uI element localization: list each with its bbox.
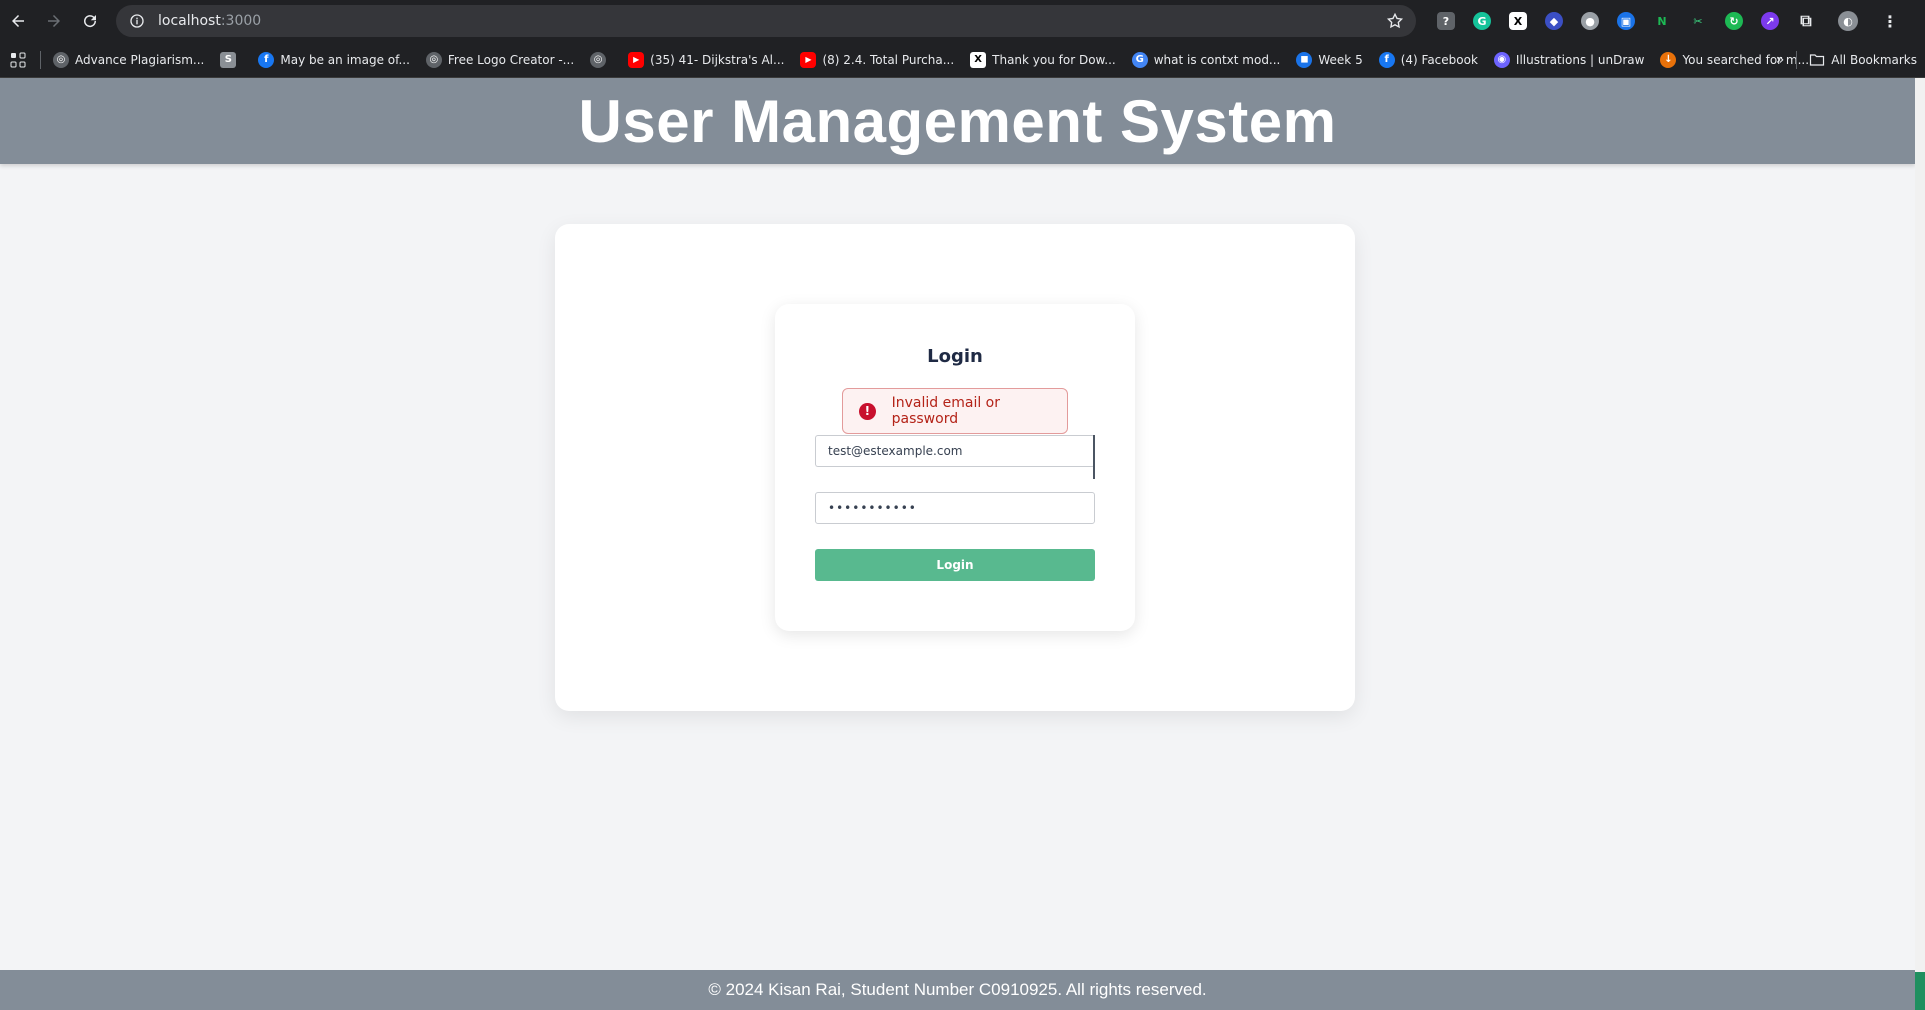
browser-toolbar: localhost:3000 ? G X ◆ ● ▣ N ✂ ↻ ↗ ⧉ ◐ ⋮ xyxy=(0,0,1925,42)
arrow-left-icon xyxy=(12,15,24,27)
arrow-right-icon xyxy=(48,15,60,27)
bookmarks-overflow-icon[interactable]: » xyxy=(1768,46,1793,74)
bookmark-label: Advance Plagiarism... xyxy=(75,52,205,67)
undraw-icon: ◉ xyxy=(1493,51,1510,68)
error-message: Invalid email or password xyxy=(891,395,1000,427)
login-button[interactable]: Login xyxy=(815,549,1095,581)
bookmark-item[interactable]: ◼ Week 5 xyxy=(1288,46,1370,74)
download-icon: ↓ xyxy=(1660,51,1677,68)
globe-icon: ◎ xyxy=(53,51,69,68)
bookmarks-bar: ◎ Advance Plagiarism... Sf May be an image … xyxy=(0,42,1925,78)
bookmarks-divider-right xyxy=(1796,51,1798,69)
extension-circle-icon[interactable]: ● xyxy=(1572,0,1608,42)
bookmark-item[interactable]: ◎ Free Logo Creator -... xyxy=(418,46,582,74)
bookmark-item[interactable]: ◎ Advance Plagiarism... xyxy=(45,46,212,74)
bookmark-label: Thank you for Dow... xyxy=(992,52,1116,67)
x-icon: X xyxy=(970,51,987,68)
reload-icon xyxy=(84,15,97,28)
bookmark-label: (4) Facebook xyxy=(1400,52,1478,67)
bookmark-label: what is contxt mod... xyxy=(1153,52,1281,67)
login-card: Login ! Invalid email or password Login xyxy=(775,304,1135,631)
sst-icon: S xyxy=(220,51,237,68)
all-bookmarks-button[interactable]: All Bookmarks xyxy=(1801,46,1925,74)
extension-n-icon[interactable]: N xyxy=(1644,0,1680,42)
menu-kebab-icon[interactable]: ⋮ xyxy=(1872,0,1908,42)
bookmark-item[interactable]: Gwhat is contxt mod... xyxy=(1124,46,1289,74)
apps-grid-icon[interactable] xyxy=(0,46,36,74)
profile-avatar[interactable]: ◐ xyxy=(1824,0,1872,42)
bookmark-label: (8) 2.4. Total Purcha... xyxy=(822,52,955,67)
extension-shield-icon[interactable]: ◆ xyxy=(1536,0,1572,42)
extensions-puzzle-icon[interactable]: ⧉ xyxy=(1788,0,1824,42)
bookmark-item[interactable]: ◉ Illustrations | unDraw xyxy=(1486,46,1653,74)
error-alert: ! Invalid email or password xyxy=(842,388,1068,434)
url-host: localhost xyxy=(158,13,221,29)
extensions-area: ? G X ◆ ● ▣ N ✂ ↻ ↗ ⧉ ◐ ⋮ xyxy=(1428,0,1908,42)
all-bookmarks-label: All Bookmarks xyxy=(1831,53,1917,67)
bookmark-item[interactable]: ▶ (35) 41- Dijkstra's Al... xyxy=(620,46,792,74)
bookmark-list: ◎ Advance Plagiarism... Sf May be an image … xyxy=(45,46,1817,74)
address-bar[interactable]: localhost:3000 xyxy=(116,5,1416,37)
bookmark-item[interactable]: S xyxy=(212,46,250,74)
email-field[interactable] xyxy=(815,435,1095,467)
exclamation-icon: ! xyxy=(859,402,876,420)
extension-scissors-icon[interactable]: ✂ xyxy=(1680,0,1716,42)
extension-question-icon[interactable]: ? xyxy=(1428,0,1464,42)
footer-text: © 2024 Kisan Rai, Student Number C091092… xyxy=(708,980,1207,999)
bookmarks-divider xyxy=(40,50,41,69)
bookmark-item[interactable]: ◎ xyxy=(582,46,620,74)
login-title: Login xyxy=(927,346,983,367)
page-scrollbar[interactable] xyxy=(1915,78,1925,1010)
bookmark-item[interactable]: ▶ (8) 2.4. Total Purcha... xyxy=(792,46,962,74)
extension-grammarly-icon[interactable]: G xyxy=(1464,0,1500,42)
google-icon: G xyxy=(1131,51,1148,68)
youtube-icon: ▶ xyxy=(800,51,817,68)
globe-icon: ◎ xyxy=(590,51,607,68)
text-cursor xyxy=(1093,435,1095,479)
folder-icon xyxy=(1810,54,1825,66)
bookmark-star-icon[interactable] xyxy=(1386,12,1404,30)
facebook-icon: f xyxy=(1378,51,1395,68)
extension-blue-icon[interactable]: ▣ xyxy=(1608,0,1644,42)
back-button[interactable] xyxy=(0,3,36,39)
classroom-icon: ◼ xyxy=(1296,51,1313,68)
extension-x-icon[interactable]: X xyxy=(1500,0,1536,42)
page-title: User Management System xyxy=(578,87,1337,155)
extension-purple-icon[interactable]: ↗ xyxy=(1752,0,1788,42)
site-info-icon[interactable] xyxy=(128,12,146,30)
youtube-icon: ▶ xyxy=(628,51,645,68)
bookmarks-right: » All Bookmarks xyxy=(1768,42,1925,78)
bookmark-item[interactable]: f May be an image of... xyxy=(250,46,418,74)
reload-button[interactable] xyxy=(72,3,108,39)
bookmark-item[interactable]: f (4) Facebook xyxy=(1371,46,1486,74)
app-header: User Management System xyxy=(0,78,1915,164)
bookmark-item[interactable]: X Thank you for Dow... xyxy=(962,46,1124,74)
facebook-icon: f xyxy=(258,51,275,68)
bookmark-label: (35) 41- Dijkstra's Al... xyxy=(650,52,785,67)
scrollbar-thumb[interactable] xyxy=(1915,972,1925,1010)
bookmark-label: Illustrations | unDraw xyxy=(1515,52,1645,67)
password-field[interactable] xyxy=(815,492,1095,524)
globe-icon: ◎ xyxy=(425,51,442,68)
url-text[interactable]: localhost:3000 xyxy=(158,13,261,29)
bookmark-label: Free Logo Creator -... xyxy=(447,52,575,67)
forward-button[interactable] xyxy=(36,3,72,39)
page-footer: © 2024 Kisan Rai, Student Number C091092… xyxy=(0,970,1915,1010)
bookmark-label: May be an image of... xyxy=(280,52,410,67)
url-port: :3000 xyxy=(220,13,262,29)
extension-green-icon[interactable]: ↻ xyxy=(1716,0,1752,42)
bookmark-label: Week 5 xyxy=(1318,52,1363,67)
